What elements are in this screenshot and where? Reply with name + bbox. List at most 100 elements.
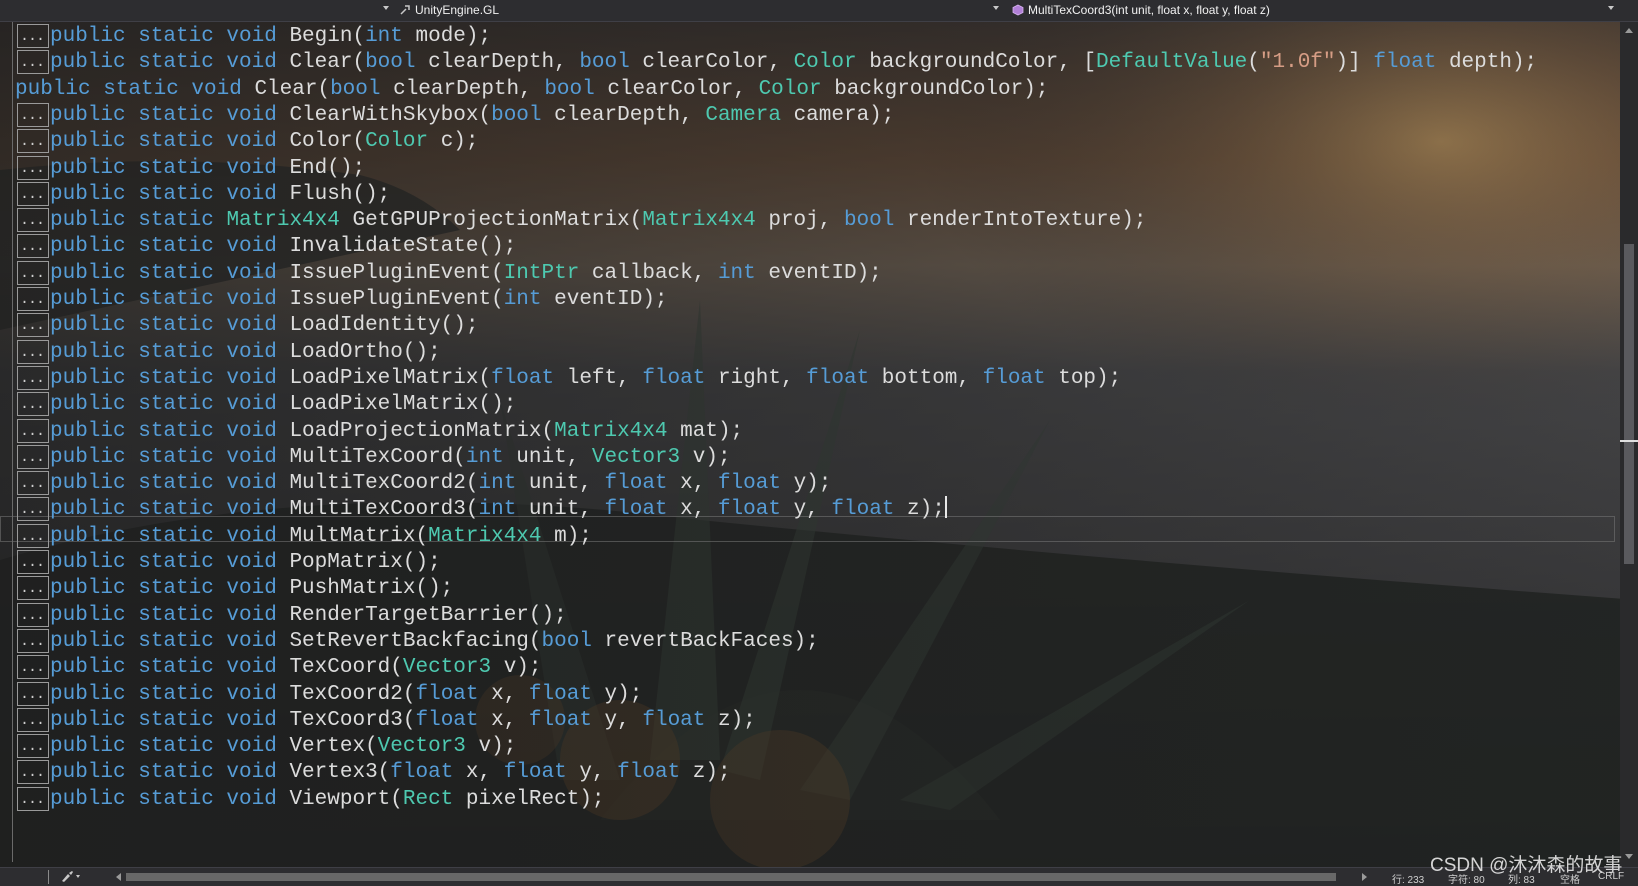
code-line-current[interactable]: public static void MultiTexCoord3(int un… xyxy=(50,496,947,523)
collapsed-region-marker[interactable]: ... xyxy=(17,234,49,258)
code-token: top); xyxy=(1045,367,1122,390)
collapsed-region-marker[interactable]: ... xyxy=(17,287,49,311)
collapsed-region-marker[interactable]: ... xyxy=(17,655,49,679)
scroll-left-arrow-icon[interactable] xyxy=(116,873,121,881)
code-line[interactable]: public static void TexCoord(Vector3 v); xyxy=(50,654,542,681)
collapsed-region-marker[interactable]: ... xyxy=(17,629,49,653)
code-line[interactable]: public static void RenderTargetBarrier()… xyxy=(50,602,567,629)
code-token: y); xyxy=(591,683,643,706)
code-token: RenderTargetBarrier(); xyxy=(289,604,567,627)
collapsed-region-marker[interactable]: ... xyxy=(17,550,49,574)
code-token: IssuePluginEvent( xyxy=(289,262,504,285)
chevron-down-icon[interactable] xyxy=(383,6,389,10)
vertical-scrollbar[interactable] xyxy=(1620,22,1638,867)
code-line[interactable]: public static void LoadIdentity(); xyxy=(50,312,478,339)
code-token: MultiTexCoord( xyxy=(289,446,466,469)
type-dropdown[interactable]: UnityEngine.GL xyxy=(395,0,1005,21)
chevron-down-icon[interactable] xyxy=(1608,6,1614,10)
code-line[interactable]: public static void SetRevertBackfacing(b… xyxy=(50,628,819,655)
code-line[interactable]: public static void Color(Color c); xyxy=(50,128,479,155)
code-token: callback, xyxy=(579,262,718,285)
code-token: float xyxy=(390,761,454,784)
collapsed-region-marker[interactable]: ... xyxy=(17,313,49,337)
code-line[interactable]: public static void MultMatrix(Matrix4x4 … xyxy=(50,523,592,550)
code-line[interactable]: public static void TexCoord2(float x, fl… xyxy=(50,681,642,708)
code-editor[interactable]: ... public static void Begin(int mode);..… xyxy=(0,22,1620,867)
code-line[interactable]: public static void LoadPixelMatrix(float… xyxy=(50,365,1121,392)
code-token: Vector3 xyxy=(591,446,681,469)
code-line[interactable]: public static void PopMatrix(); xyxy=(50,549,441,576)
code-token: "1.0f" xyxy=(1259,51,1336,74)
project-dropdown[interactable] xyxy=(0,0,392,21)
code-line[interactable]: public static void IssuePluginEvent(int … xyxy=(50,286,668,313)
code-line[interactable]: public static Matrix4x4 GetGPUProjection… xyxy=(50,207,1146,234)
collapsed-region-marker[interactable]: ... xyxy=(17,603,49,627)
code-token: float xyxy=(806,367,870,390)
collapsed-region-marker[interactable]: ... xyxy=(17,261,49,285)
code-line[interactable]: public static void InvalidateState(); xyxy=(50,233,516,260)
collapsed-region-marker[interactable]: ... xyxy=(17,524,49,548)
code-token: public static void xyxy=(50,25,290,48)
code-line[interactable]: public static void Viewport(Rect pixelRe… xyxy=(50,786,605,813)
code-line[interactable]: public static void IssuePluginEvent(IntP… xyxy=(50,260,882,287)
code-line[interactable]: public static void End(); xyxy=(50,155,365,182)
collapsed-region-marker[interactable]: ... xyxy=(17,760,49,784)
collapsed-region-marker[interactable]: ... xyxy=(17,50,49,74)
collapsed-region-marker[interactable]: ... xyxy=(17,682,49,706)
scroll-right-arrow-icon[interactable] xyxy=(1362,873,1367,881)
code-line[interactable]: public static void LoadOrtho(); xyxy=(50,339,441,366)
code-line[interactable]: public static void Vertex(Vector3 v); xyxy=(50,733,516,760)
code-token: right, xyxy=(705,367,807,390)
code-line[interactable]: public static void Clear(bool clearDepth… xyxy=(15,76,1048,103)
horizontal-scrollbar-thumb[interactable] xyxy=(126,873,1336,881)
chevron-down-icon[interactable] xyxy=(993,6,999,10)
code-token: float xyxy=(528,683,592,706)
code-line[interactable]: public static void MultiTexCoord(int uni… xyxy=(50,444,731,471)
collapsed-region-marker[interactable]: ... xyxy=(17,576,49,600)
code-line[interactable]: public static void LoadProjectionMatrix(… xyxy=(50,418,743,445)
code-token: bottom, xyxy=(869,367,983,390)
code-line[interactable]: public static void MultiTexCoord2(int un… xyxy=(50,470,831,497)
code-token: SetRevertBackfacing( xyxy=(289,630,542,653)
collapsed-region-marker[interactable]: ... xyxy=(17,156,49,180)
collapsed-region-marker[interactable]: ... xyxy=(17,787,49,811)
collapsed-region-marker[interactable]: ... xyxy=(17,182,49,206)
collapsed-region-marker[interactable]: ... xyxy=(17,734,49,758)
code-token: depth); xyxy=(1436,51,1538,74)
code-token: LoadPixelMatrix(); xyxy=(289,393,517,416)
collapsed-region-marker[interactable]: ... xyxy=(17,708,49,732)
code-token: public static void xyxy=(50,551,290,574)
member-dropdown[interactable]: MultiTexCoord3(int unit, float x, float … xyxy=(1008,0,1638,21)
code-line[interactable]: public static void PushMatrix(); xyxy=(50,575,453,602)
collapsed-region-marker[interactable]: ... xyxy=(17,471,49,495)
code-line[interactable]: public static void Vertex3(float x, floa… xyxy=(50,759,731,786)
code-token: clearColor, xyxy=(594,78,759,101)
collapsed-region-marker[interactable]: ... xyxy=(17,103,49,127)
collapsed-region-marker[interactable]: ... xyxy=(17,366,49,390)
horizontal-scrollbar[interactable] xyxy=(126,873,1336,881)
brush-icon[interactable] xyxy=(60,870,82,886)
collapsed-region-marker[interactable]: ... xyxy=(17,445,49,469)
collapsed-region-marker[interactable]: ... xyxy=(17,340,49,364)
code-line[interactable]: public static void Begin(int mode); xyxy=(50,23,491,50)
code-token: LoadOrtho(); xyxy=(289,341,441,364)
code-line[interactable]: public static void Clear(bool clearDepth… xyxy=(50,49,1537,76)
code-line[interactable]: public static void Flush(); xyxy=(50,181,390,208)
scroll-up-arrow-icon[interactable] xyxy=(1625,28,1633,33)
code-line[interactable]: public static void ClearWithSkybox(bool … xyxy=(50,102,894,129)
code-token: eventID); xyxy=(541,288,668,311)
code-token: public static void xyxy=(50,235,290,258)
scrollbar-thumb[interactable] xyxy=(1624,244,1634,564)
code-line[interactable]: public static void LoadPixelMatrix(); xyxy=(50,391,516,418)
collapsed-region-marker[interactable]: ... xyxy=(17,497,49,521)
collapsed-region-marker[interactable]: ... xyxy=(17,24,49,48)
collapsed-region-marker[interactable]: ... xyxy=(17,208,49,232)
code-token: public static void xyxy=(50,525,290,548)
collapsed-region-marker[interactable]: ... xyxy=(17,392,49,416)
collapsed-region-marker[interactable]: ... xyxy=(17,129,49,153)
scroll-down-arrow-icon[interactable] xyxy=(1625,854,1633,859)
collapsed-region-marker[interactable]: ... xyxy=(17,419,49,443)
code-token: DefaultValue xyxy=(1096,51,1248,74)
code-line[interactable]: public static void TexCoord3(float x, fl… xyxy=(50,707,756,734)
code-token: public static void xyxy=(50,314,290,337)
